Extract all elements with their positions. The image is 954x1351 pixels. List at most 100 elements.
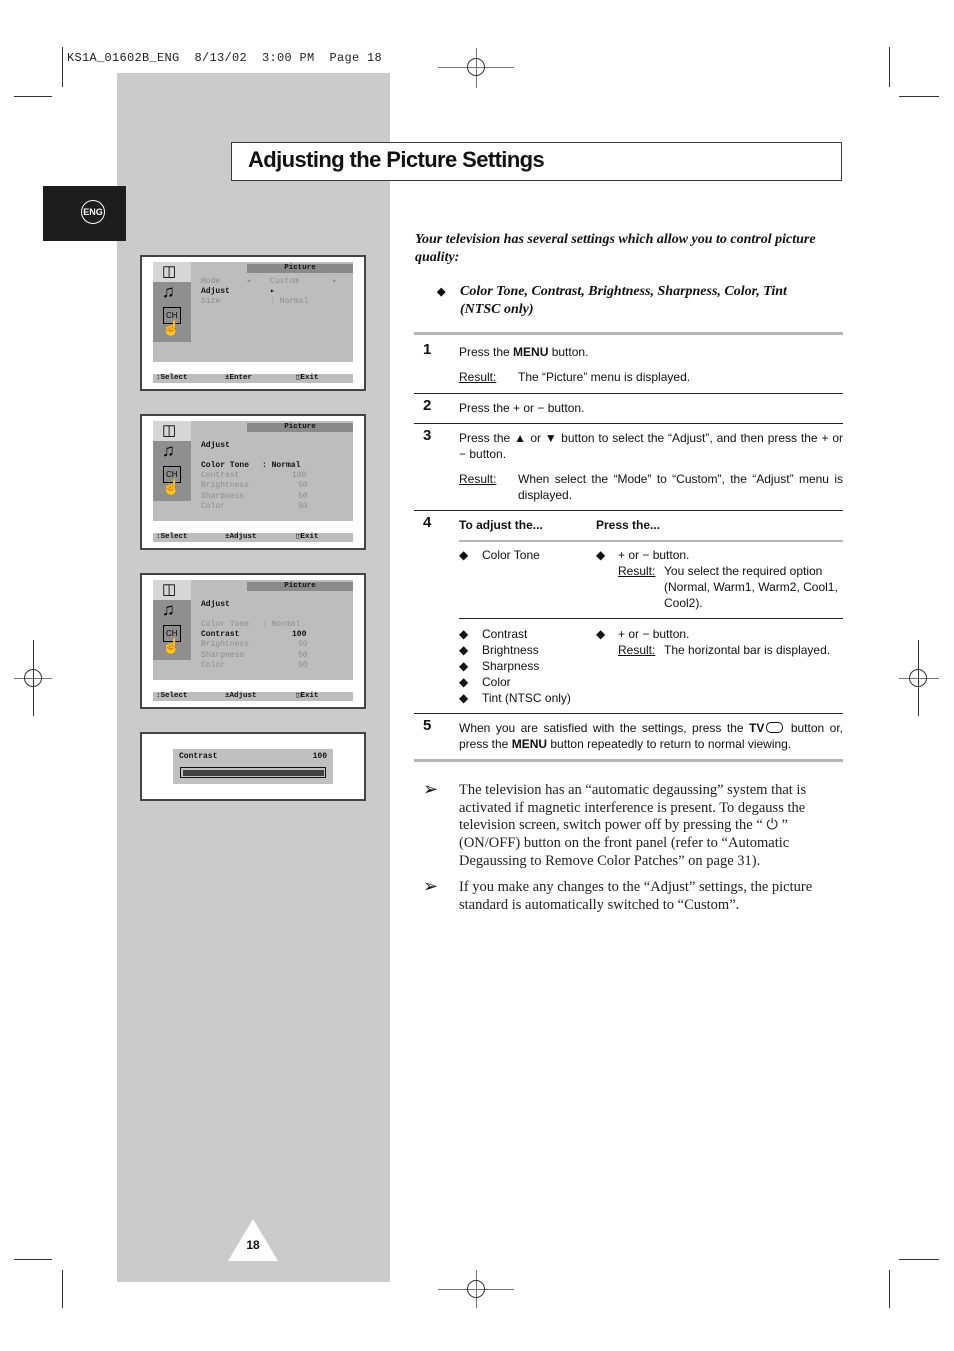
note-custom-switch: If you make any changes to the “Adjust” … [459, 879, 813, 913]
osd-header: Picture [247, 582, 353, 591]
adjust-item: Contrast [482, 627, 528, 641]
step-3-result: When select the “Mode” to “Custom”, the … [518, 472, 843, 502]
intro-text: Your television has several settings whi… [415, 232, 816, 265]
step-number: 3 [423, 427, 432, 444]
divider [414, 332, 843, 335]
crop-mark [899, 1259, 939, 1260]
bar-value: 100 [312, 752, 327, 761]
page-title: Adjusting the Picture Settings [248, 147, 545, 172]
crop-mark [889, 47, 890, 87]
setup-hand-icon: ☝ [162, 638, 181, 655]
osd-footer-exit: ◫Exit [296, 374, 319, 382]
osd-value-sharpness: 50 [298, 651, 308, 660]
note-arrow-icon: ➢ [423, 876, 439, 896]
note-degaussing: The television has an “automatic degauss… [459, 782, 807, 869]
osd-value-color-tone: : Normal [262, 461, 301, 470]
crop-mark [899, 96, 939, 97]
osd-footer-select: ↕Select [156, 374, 188, 382]
osd-item-size: Size [201, 297, 221, 306]
osd-item-color: Color [201, 502, 226, 511]
osd-submenu-title: Adjust [201, 600, 230, 609]
step-2-text: Press the + or − button. [459, 401, 585, 415]
language-badge: ENG [81, 200, 105, 224]
bullet-list-icons: ◆ ◆ ◆ ◆ ◆ [459, 627, 469, 705]
setup-hand-icon: ☝ [162, 320, 181, 337]
diamond-bullet-icon: ◆ [437, 286, 446, 298]
adjust-item: Color [482, 675, 511, 689]
crop-mark [889, 1270, 890, 1308]
adjust-item: Sharpness [482, 659, 540, 673]
osd-submenu-title: Adjust [201, 441, 230, 450]
osd-item-color-tone: Color Tone [201, 461, 250, 470]
osd-value-size: : Normal [270, 297, 309, 306]
adjust-item: Color Tone [482, 548, 540, 562]
osd-item-sharpness: Sharpness [201, 651, 245, 660]
divider [414, 510, 843, 511]
column-header-press: Press the... [596, 518, 661, 532]
column-header-adjust: To adjust the... [459, 518, 543, 532]
press-instruction: + or − button. [618, 627, 690, 641]
osd-item-contrast: Contrast [201, 630, 240, 639]
contrast-bar-track [180, 767, 326, 778]
osd-header: Picture [247, 264, 353, 273]
osd-screen-adjust-contrast: ◫ ♫ CH ☝ Picture Adjust Color Tone : Nor… [140, 573, 366, 709]
diamond-bullet-icon: ◆ [459, 548, 469, 562]
page-number: 18 [246, 1238, 260, 1252]
press-instruction: + or − button. [618, 548, 690, 562]
adjust-item: Tint (NTSC only) [482, 691, 571, 705]
sound-icon: ♫ [162, 600, 175, 619]
osd-value-contrast: 100 [292, 630, 307, 639]
crop-mark [62, 1270, 63, 1308]
divider [414, 393, 843, 394]
divider [414, 423, 843, 424]
step-number: 2 [423, 397, 432, 414]
sound-icon: ♫ [162, 282, 175, 301]
divider [414, 713, 843, 714]
picture-icon: ◫ [162, 263, 177, 280]
result-label: Result: [618, 564, 656, 578]
osd-screen-adjust-color-tone: ◫ ♫ CH ☝ Picture Adjust Color Tone : Nor… [140, 414, 366, 550]
osd-footer-select: ↕Select [156, 533, 188, 541]
osd-item-sharpness: Sharpness [201, 492, 245, 501]
registration-mark [24, 669, 42, 687]
osd-value-color: 50 [298, 502, 308, 511]
osd-footer-adjust: ±Adjust [225, 533, 257, 541]
divider [459, 618, 843, 619]
diamond-bullet-icon: ◆ [596, 627, 606, 641]
divider [459, 540, 843, 542]
osd-value-brightness: 50 [298, 481, 308, 490]
picture-icon: ◫ [162, 581, 177, 598]
osd-footer-exit: ◫Exit [296, 533, 319, 541]
step-1-result: The “Picture” menu is displayed. [518, 370, 691, 384]
sound-icon: ♫ [162, 441, 175, 460]
osd-footer-adjust: ±Adjust [225, 692, 257, 700]
tv-button-icon [766, 722, 784, 733]
step-number: 5 [423, 717, 432, 734]
result-label: Result: [618, 643, 656, 657]
adjust-item: Brightness [482, 643, 539, 657]
osd-item-mode: Mode [201, 277, 221, 286]
setup-hand-icon: ☝ [162, 479, 181, 496]
osd-footer-select: ↕Select [156, 692, 188, 700]
osd-footer: ↕Select ±Adjust ◫Exit [153, 533, 353, 542]
picture-icon: ◫ [162, 422, 177, 439]
osd-value-contrast: 100 [292, 471, 307, 480]
osd-item-adjust: Adjust [201, 287, 230, 296]
bar-label: Contrast [179, 752, 218, 761]
osd-value-color: 50 [298, 661, 308, 670]
bar-result: The horizontal bar is displayed. [664, 643, 831, 657]
intro-bullet-text: Color Tone, Contrast, Brightness, Sharpn… [460, 284, 787, 317]
result-label: Result: [459, 472, 497, 486]
divider [414, 759, 843, 762]
osd-footer-enter: ±Enter [225, 374, 253, 382]
osd-item-brightness: Brightness [201, 640, 250, 649]
diamond-bullet-icon: ◆ [596, 548, 606, 562]
osd-value-adjust: ▸ [270, 287, 275, 296]
osd-screen-picture-menu: ◫ ♫ CH ☝ Picture Mode ◂ Custom ▸ Adjust … [140, 255, 366, 391]
osd-value-sharpness: 50 [298, 492, 308, 501]
osd-contrast-bar-screen: Contrast 100 [140, 732, 366, 801]
osd-value-brightness: 50 [298, 640, 308, 649]
osd-value-mode: ◂ Custom ▸ [246, 277, 338, 286]
contrast-bar-fill [182, 769, 324, 776]
note-arrow-icon: ➢ [423, 779, 439, 799]
